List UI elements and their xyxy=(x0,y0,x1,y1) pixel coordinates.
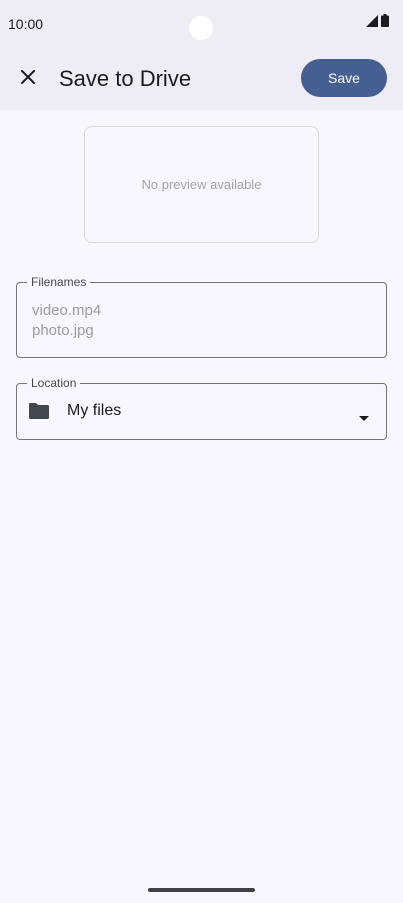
home-indicator[interactable] xyxy=(148,888,255,892)
status-icons xyxy=(366,14,389,32)
filenames-field[interactable]: Filenames video.mp4 photo.jpg xyxy=(16,275,387,358)
status-bar: 10:00 xyxy=(0,0,403,48)
folder-icon xyxy=(29,403,49,424)
filenames-label: Filenames xyxy=(27,275,91,290)
preview-box: No preview available xyxy=(84,126,319,243)
status-time: 10:00 xyxy=(8,16,44,32)
close-button[interactable] xyxy=(14,65,42,93)
camera-cutout xyxy=(189,16,213,40)
app-bar: Save to Drive Save xyxy=(0,48,403,110)
close-icon xyxy=(20,69,36,89)
save-button[interactable]: Save xyxy=(301,59,387,97)
filenames-list: video.mp4 photo.jpg xyxy=(32,301,101,341)
dropdown-arrow-icon xyxy=(359,408,369,426)
filename-item: photo.jpg xyxy=(32,322,94,339)
filename-item: video.mp4 xyxy=(32,302,102,319)
battery-icon xyxy=(381,14,389,32)
location-dropdown[interactable]: Location My files xyxy=(16,376,387,440)
location-label: Location xyxy=(27,376,81,391)
page-title: Save to Drive xyxy=(59,66,192,91)
location-value: My files xyxy=(67,402,122,419)
signal-icon xyxy=(366,14,378,32)
preview-placeholder-text: No preview available xyxy=(141,177,262,192)
